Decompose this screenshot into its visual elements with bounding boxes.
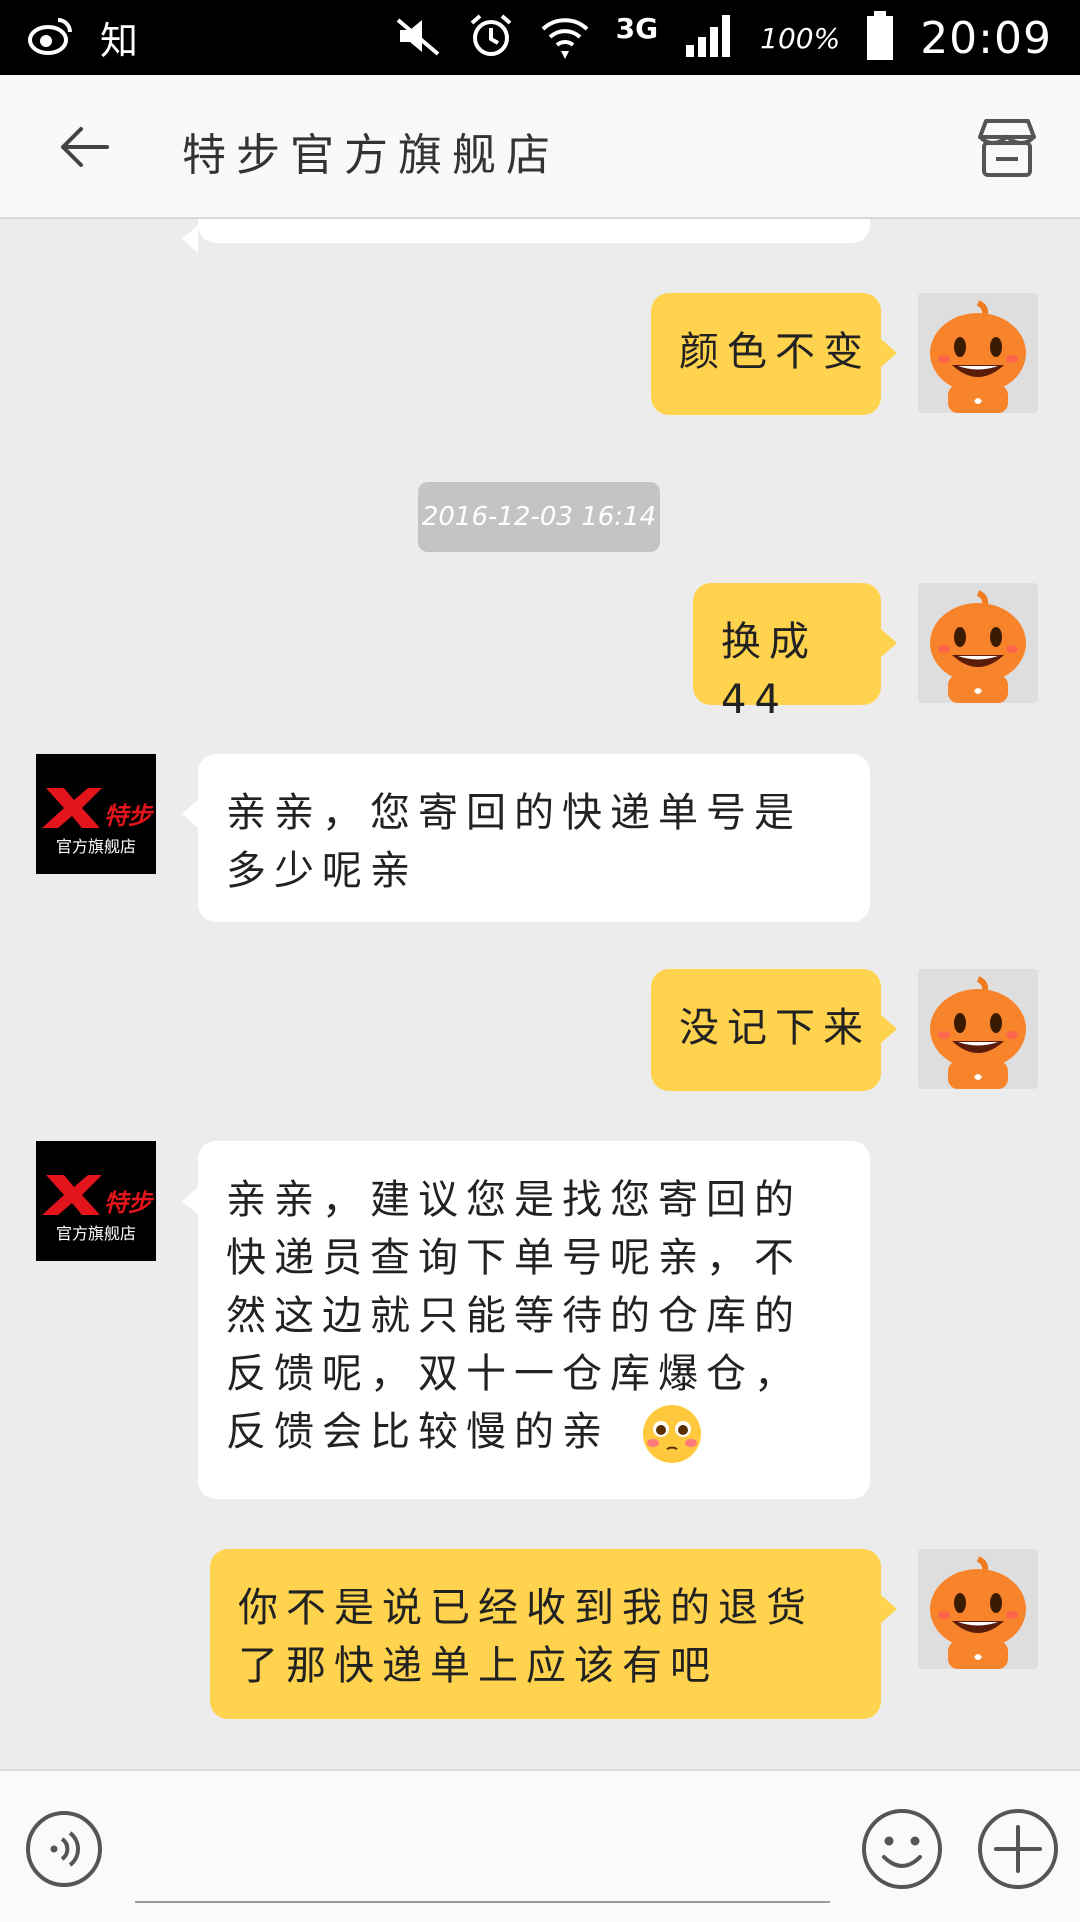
mute-icon	[394, 14, 442, 62]
shop-avatar[interactable]: 特步 官方旗舰店	[36, 1141, 156, 1261]
mascot-icon	[930, 300, 1026, 413]
mascot-icon	[930, 1556, 1026, 1669]
plus-button[interactable]	[976, 1807, 1060, 1891]
shy-face-emoji-icon	[642, 1405, 701, 1463]
logo-brand: 特步	[104, 802, 155, 830]
network-type: 3G	[615, 11, 659, 45]
emoji-button[interactable]	[860, 1807, 944, 1891]
plus-icon	[978, 1809, 1058, 1889]
message-bubble-outgoing: 没记下来	[651, 969, 897, 1091]
store-icon	[978, 119, 1036, 177]
message-text: 换成44	[721, 619, 817, 723]
shop-avatar[interactable]: 特步 官方旗舰店	[36, 754, 156, 874]
message-input[interactable]	[135, 1901, 830, 1903]
battery-icon	[866, 11, 894, 65]
logo-brand: 特步	[104, 1189, 155, 1217]
chat-header: 特步官方旗舰店	[0, 75, 1080, 219]
message-bubble-outgoing: 换成44	[693, 583, 897, 723]
message-bubble-outgoing: 你不是说已经收到我的退货了那快递单上应该有吧	[210, 1549, 897, 1719]
xtep-logo-icon: 特步 官方旗舰店	[36, 1141, 156, 1261]
message-bubble-outgoing: 颜色不变	[651, 293, 897, 415]
weibo-icon	[28, 16, 74, 60]
clock: 20:09	[920, 12, 1052, 64]
message-text: 亲亲，您寄回的快递单号是多少呢亲	[226, 790, 802, 894]
user-avatar[interactable]	[918, 583, 1038, 703]
message-text: 颜色不变	[679, 329, 871, 375]
xtep-logo-icon: 特步 官方旗舰店	[36, 754, 156, 874]
user-avatar[interactable]	[918, 293, 1038, 413]
alarm-icon	[468, 13, 514, 63]
message-text: 亲亲，建议您是找您寄回的快递员查询下单号呢亲，不然这边就只能等待的仓库的反馈呢，…	[226, 1177, 802, 1455]
user-avatar[interactable]	[918, 1549, 1038, 1669]
arrow-left-icon	[61, 127, 109, 167]
message-text: 没记下来	[679, 1005, 871, 1051]
page-title: 特步官方旗舰店	[182, 130, 560, 181]
signal-icon	[684, 13, 734, 63]
logo-caption: 官方旗舰店	[56, 837, 136, 856]
message-bubble-partial	[182, 219, 870, 253]
smiley-icon	[862, 1809, 942, 1889]
zhihu-icon: 知	[100, 19, 139, 63]
chat-area[interactable]: 颜色不变 2016-12-03 16:14 换成44 特步 官方旗舰店 亲亲，您…	[0, 219, 1080, 1769]
status-bar: 知 3G 100% 20:09	[0, 0, 1080, 75]
mascot-icon	[930, 590, 1026, 703]
store-button[interactable]	[972, 113, 1042, 183]
wifi-icon	[540, 11, 590, 65]
message-timestamp: 2016-12-03 16:14	[418, 482, 660, 552]
input-bar	[0, 1769, 1080, 1922]
voice-icon	[26, 1811, 102, 1887]
message-bubble-incoming: 亲亲，建议您是找您寄回的快递员查询下单号呢亲，不然这边就只能等待的仓库的反馈呢，…	[182, 1141, 870, 1499]
battery-percent: 100%	[760, 21, 841, 55]
logo-caption: 官方旗舰店	[56, 1224, 136, 1243]
back-button[interactable]	[55, 117, 115, 177]
user-avatar[interactable]	[918, 969, 1038, 1089]
message-bubble-incoming: 亲亲，您寄回的快递单号是多少呢亲	[182, 754, 870, 922]
voice-button[interactable]	[24, 1809, 104, 1889]
message-text: 你不是说已经收到我的退货了那快递单上应该有吧	[238, 1585, 814, 1689]
mascot-icon	[930, 976, 1026, 1089]
